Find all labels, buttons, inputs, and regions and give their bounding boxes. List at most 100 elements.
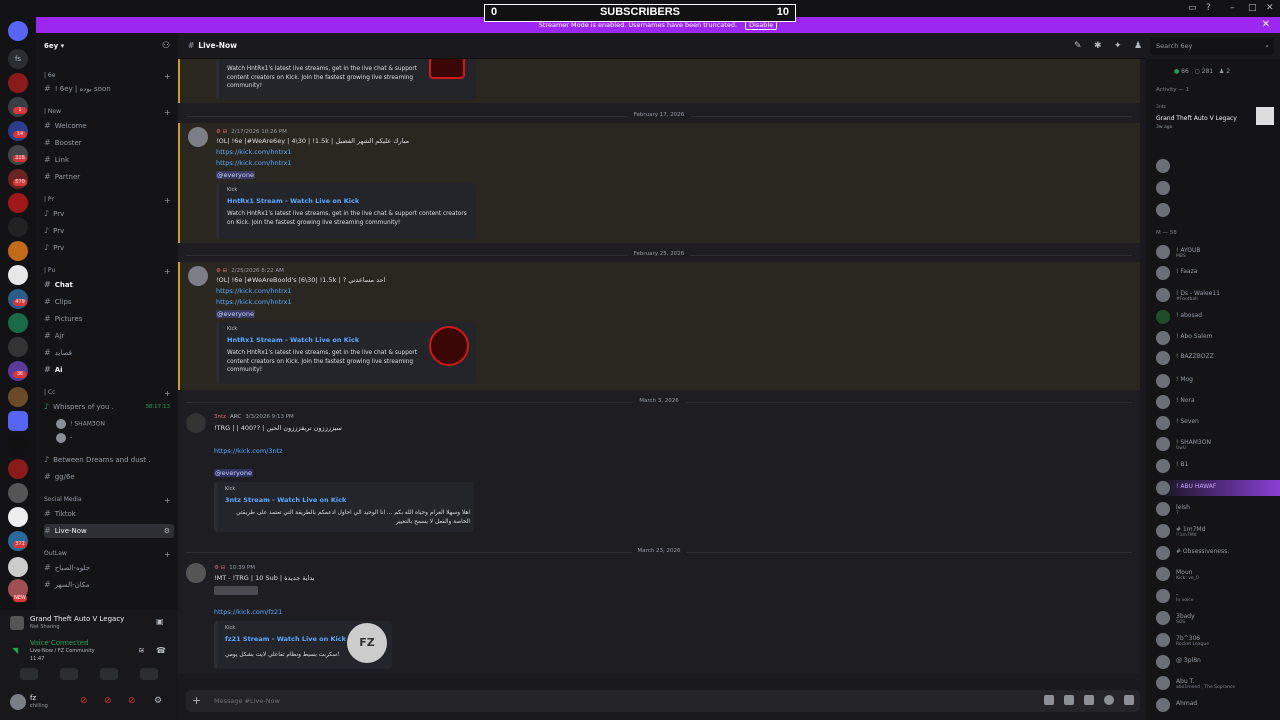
add-channel-icon[interactable]: + (164, 267, 171, 276)
apps-icon[interactable] (1124, 695, 1134, 705)
threads-icon[interactable]: ✎ (1074, 41, 1082, 51)
category-cc[interactable]: | Cc + (44, 389, 171, 398)
search-input[interactable]: Search 6ey ⌕ (1150, 38, 1274, 55)
message[interactable]: Watch HntRx1's latest live streams, get … (178, 59, 1140, 103)
member-item[interactable]: ! abosad (1156, 309, 1280, 325)
member-item[interactable]: ! SHAM3ON UwU (1156, 436, 1280, 452)
add-channel-icon[interactable]: + (164, 550, 171, 559)
embed-title-link[interactable]: HntRx1 Stream - Watch Live on Kick (227, 336, 359, 344)
message-link[interactable]: https://kick.com/3ntz (214, 447, 283, 455)
server-icon[interactable] (8, 435, 28, 455)
category-new[interactable]: | New + (44, 108, 171, 117)
attach-plus-icon[interactable]: + (192, 694, 201, 707)
member-item[interactable]: ! Seven (1156, 415, 1280, 431)
channel-prv[interactable]: ♪ Prv (44, 241, 174, 255)
channel-qasayed[interactable]: # قصايد (44, 346, 174, 360)
member-item[interactable]: 3bady SOS (1156, 610, 1280, 626)
camera-off-icon[interactable]: ⊘ (128, 696, 136, 706)
minimize-icon[interactable]: – (1230, 3, 1235, 13)
emoji-icon[interactable] (1104, 695, 1114, 705)
noise-suppression-icon[interactable]: ≋ (138, 646, 145, 655)
add-friend-icon[interactable]: ⚇ (162, 41, 170, 51)
member-item[interactable]: ! ABU HAWAF (1156, 480, 1280, 496)
member-item[interactable]: - In voice (1156, 588, 1280, 604)
mute-icon[interactable]: ⊘ (80, 696, 88, 706)
member-item[interactable]: ! B1 (1156, 458, 1280, 474)
voice-user[interactable]: ! SHAM3ON (56, 419, 105, 429)
channel-ajr[interactable]: # Ajr (44, 329, 174, 343)
message-link[interactable]: https://kick.com/hntrx1 (216, 287, 292, 295)
banner-close-icon[interactable]: ✕ (1262, 17, 1270, 33)
member-item[interactable] (1156, 180, 1280, 196)
spoiler-block[interactable] (214, 586, 258, 595)
member-item[interactable] (1156, 158, 1280, 174)
add-channel-icon[interactable]: + (164, 496, 171, 505)
member-item[interactable] (1156, 202, 1280, 218)
add-channel-icon[interactable]: + (164, 108, 171, 117)
server-icon[interactable] (8, 337, 28, 357)
server-icon[interactable] (8, 507, 28, 527)
member-item[interactable]: Abu T. abo1meed , The Soprance (1156, 675, 1280, 691)
pinned-messages-icon[interactable]: ✦ (1114, 41, 1122, 51)
member-item[interactable]: Ahmad (1156, 697, 1280, 713)
member-item[interactable]: ! BAZZBOZZ (1156, 350, 1280, 366)
add-channel-icon[interactable]: + (164, 196, 171, 205)
channel-partner[interactable]: # Partner (44, 170, 174, 184)
gif-icon[interactable] (1064, 695, 1074, 705)
mention-everyone[interactable]: @everyone (214, 469, 253, 477)
notification-bell-icon[interactable]: ✱ (1094, 41, 1102, 51)
message[interactable]: ⚙ ⊟ 10:39 PM !MT - !TRG | 10 Sub | بداية … (178, 559, 1140, 674)
gift-icon[interactable] (1044, 695, 1054, 705)
channel-welcome[interactable]: # Welcome (44, 119, 174, 133)
close-window-icon[interactable]: ✕ (1266, 3, 1274, 13)
activities-button[interactable] (100, 668, 118, 680)
embed-title-link[interactable]: fz21 Stream - Watch Live on Kick (225, 635, 346, 643)
server-icon[interactable] (8, 217, 28, 237)
avatar[interactable] (188, 266, 208, 286)
member-item[interactable]: ! AYOUB MBS (1156, 244, 1280, 260)
message-link[interactable]: https://kick.com/hntrx1 (216, 298, 292, 306)
server-icon[interactable] (8, 265, 28, 285)
member-item[interactable]: 7b^306 Rocket League (1156, 632, 1280, 648)
help-icon[interactable]: ? (1206, 3, 1211, 13)
channel-live-now[interactable]: # Live-Now ⚙ (44, 524, 174, 538)
voice-channel-whispers[interactable]: ♪ Whispers of you . 38:17:13 (44, 400, 174, 414)
mention-everyone[interactable]: @everyone (216, 171, 255, 179)
channel-clips[interactable]: # Clips (44, 295, 174, 309)
server-icon[interactable] (8, 73, 28, 93)
embed-title-link[interactable]: HntRx1 Stream - Watch Live on Kick (227, 197, 359, 205)
channel-night[interactable]: # مكان-السهر (44, 578, 174, 592)
add-channel-icon[interactable]: + (164, 72, 171, 81)
channel-gg6e[interactable]: # gg/6e (44, 470, 174, 484)
server-icon[interactable] (8, 557, 28, 577)
avatar[interactable] (186, 563, 206, 583)
server-icon[interactable] (8, 483, 28, 503)
member-list-icon[interactable]: ♟ (1134, 41, 1142, 51)
disconnect-icon[interactable]: ☎ (156, 646, 166, 655)
server-icon[interactable] (8, 411, 28, 431)
message[interactable]: 3ntz ARC 3/3/2026 9:13 PM !TRG | | 400?? |… (178, 409, 1140, 539)
server-icon[interactable] (8, 241, 28, 261)
category-social-media[interactable]: Social Media + (44, 496, 171, 505)
message-link[interactable]: https://kick.com/fz21 (214, 608, 282, 616)
member-item[interactable]: ! Ds - Walee11 #Football (1156, 287, 1280, 303)
channel-tiktok[interactable]: # Tiktok (44, 507, 174, 521)
add-channel-icon[interactable]: + (164, 389, 171, 398)
category-pu[interactable]: | Pu + (44, 267, 171, 276)
user-name[interactable]: fz (30, 694, 36, 702)
message-composer[interactable]: + Message #Live-Now (186, 690, 1140, 712)
sticker-icon[interactable] (1084, 695, 1094, 705)
avatar[interactable] (10, 694, 26, 710)
member-item[interactable]: Moun Kick: ve_0 (1156, 566, 1280, 582)
server-icon[interactable] (8, 193, 28, 213)
settings-gear-icon[interactable]: ⚙ (164, 524, 170, 538)
channel-chat[interactable]: # Chat (44, 278, 174, 292)
category-6e[interactable]: | 6e + (44, 72, 171, 81)
member-item[interactable]: ! Nora (1156, 394, 1280, 410)
inbox-icon[interactable]: ▭ (1188, 3, 1197, 13)
channel-ai[interactable]: # Ai (44, 363, 174, 377)
member-item[interactable]: @ 3pl8n (1156, 654, 1280, 670)
home-icon[interactable] (8, 21, 28, 41)
channel-soon[interactable]: #! 6ey | بوده soon (44, 82, 174, 96)
server-icon[interactable] (8, 387, 28, 407)
